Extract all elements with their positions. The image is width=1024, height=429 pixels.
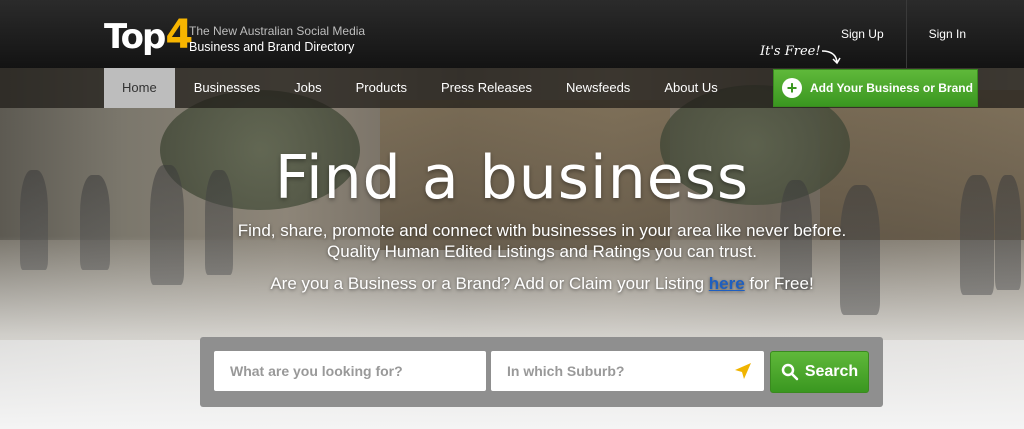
tagline-line1: The New Australian Social Media xyxy=(189,24,366,38)
search-button-label: Search xyxy=(804,363,859,380)
auth-links: Sign Up Sign In xyxy=(819,0,1024,68)
top4-logo[interactable]: Top 4 xyxy=(104,15,193,57)
free-note: It's Free! xyxy=(760,44,821,59)
nav-item-home[interactable]: Home xyxy=(104,68,175,108)
top-bar: Top 4 The New Australian Social Media Bu… xyxy=(0,0,1024,68)
nav-items: Home Businesses Jobs Products Press Rele… xyxy=(104,68,735,108)
tagline: The New Australian Social Media Business… xyxy=(189,24,365,54)
hero-line3-after: for Free! xyxy=(744,274,814,293)
add-business-button[interactable]: + Add Your Business or Brand xyxy=(773,69,978,107)
hero-line3-before: Are you a Business or a Brand? Add or Cl… xyxy=(270,274,709,293)
search-icon xyxy=(781,363,799,381)
search-button[interactable]: Search xyxy=(770,351,869,393)
nav-item-newsfeeds[interactable]: Newsfeeds xyxy=(549,68,647,108)
nav-item-press-releases[interactable]: Press Releases xyxy=(424,68,549,108)
hero-line1: Find, share, promote and connect with bu… xyxy=(237,221,847,240)
hero-line2: Quality Human Edited Listings and Rating… xyxy=(327,242,757,261)
here-link[interactable]: here xyxy=(709,274,745,293)
suburb-placeholder: In which Suburb? xyxy=(507,363,625,379)
add-business-label: Add Your Business or Brand xyxy=(810,81,973,95)
curved-arrow-icon xyxy=(821,50,841,65)
nav-item-businesses[interactable]: Businesses xyxy=(177,68,277,108)
sign-in-link[interactable]: Sign In xyxy=(907,0,1024,68)
suburb-search-input[interactable]: In which Suburb? xyxy=(491,351,764,391)
location-arrow-icon[interactable] xyxy=(734,362,752,380)
nav-item-about-us[interactable]: About Us xyxy=(647,68,734,108)
plus-icon: + xyxy=(782,78,802,98)
what-search-input[interactable]: What are you looking for? xyxy=(214,351,486,391)
nav-item-products[interactable]: Products xyxy=(339,68,424,108)
search-box: What are you looking for? In which Subur… xyxy=(200,337,883,407)
hero-title: Find a business xyxy=(274,143,750,213)
tagline-line2: Business and Brand Directory xyxy=(189,40,355,54)
hero-line3: Are you a Business or a Brand? Add or Cl… xyxy=(0,274,1024,294)
nav-item-jobs[interactable]: Jobs xyxy=(277,68,338,108)
logo-text: Top xyxy=(104,17,166,57)
